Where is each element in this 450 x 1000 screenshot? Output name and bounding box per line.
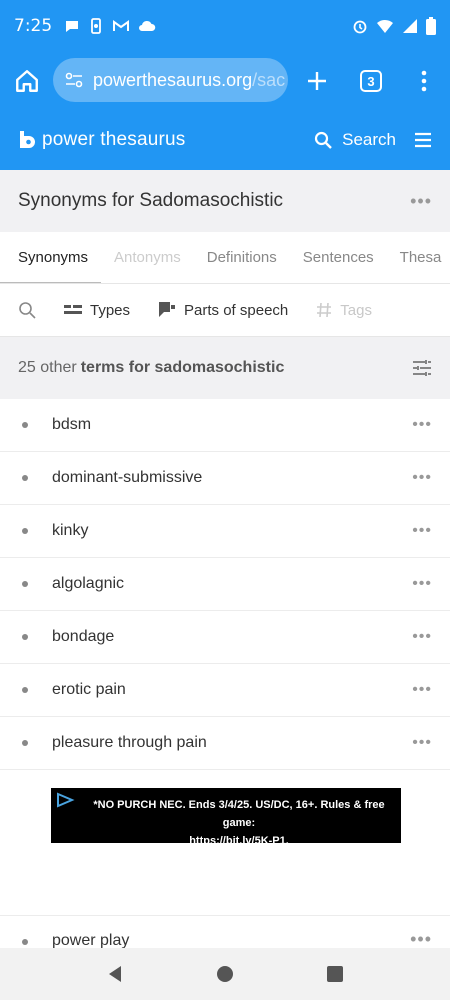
results-count-band: 25 other terms for sadomasochistic xyxy=(0,337,450,399)
list-item[interactable]: bondage ••• xyxy=(0,611,450,664)
ad-line-1: *NO PURCH NEC. Ends 3/4/25. US/DC, 16+. … xyxy=(93,799,385,829)
hamburger-menu-icon[interactable] xyxy=(414,132,432,148)
filter-types-label: Types xyxy=(90,301,131,319)
address-bar[interactable]: powerthesaurus.org/sac xyxy=(53,58,288,102)
recents-icon[interactable] xyxy=(326,965,344,983)
tab-antonyms[interactable]: Antonyms xyxy=(101,232,194,283)
site-header: power thesaurus Search xyxy=(0,110,450,170)
wifi-icon xyxy=(377,19,393,33)
browser-toolbar: powerthesaurus.org/sac 3 xyxy=(0,52,450,110)
site-logo-text[interactable]: power thesaurus xyxy=(42,129,185,151)
list-item[interactable]: algolagnic ••• xyxy=(0,558,450,611)
ad-line-2: https://bit.ly/5K-P1. xyxy=(189,835,289,847)
filter-tags[interactable]: Tags xyxy=(316,302,372,319)
term-more-options-icon[interactable]: ••• xyxy=(412,681,432,699)
sort-settings-icon[interactable] xyxy=(412,359,432,377)
term-more-options-icon[interactable]: ••• xyxy=(412,416,432,434)
back-icon[interactable] xyxy=(106,965,124,983)
filter-parts-of-speech[interactable]: Parts of speech xyxy=(158,301,288,319)
list-item[interactable]: erotic pain ••• xyxy=(0,664,450,717)
term-text[interactable]: erotic pain xyxy=(52,681,126,699)
more-vert-icon[interactable] xyxy=(420,69,428,93)
bullet xyxy=(22,581,28,587)
filter-types[interactable]: Types xyxy=(64,302,130,319)
list-item[interactable]: kinky ••• xyxy=(0,505,450,558)
term-text[interactable]: bondage xyxy=(52,628,114,646)
term-text[interactable]: algolagnic xyxy=(52,575,124,593)
category-tabs: Synonyms Antonyms Definitions Sentences … xyxy=(0,232,450,284)
tab-switcher-button[interactable]: 3 xyxy=(360,70,382,92)
hashtag-icon xyxy=(317,302,332,318)
list-item[interactable]: pleasure through pain ••• xyxy=(0,717,450,770)
cloud-icon xyxy=(139,20,156,31)
battery-icon xyxy=(426,17,436,35)
term-more-options-icon[interactable]: ••• xyxy=(412,734,432,752)
android-nav-bar xyxy=(0,948,450,1000)
list-item[interactable]: dominant-submissive ••• xyxy=(0,452,450,505)
search-icon xyxy=(315,131,332,149)
alarm-icon xyxy=(353,20,367,34)
bullet xyxy=(22,687,28,693)
power-thesaurus-logo-icon[interactable] xyxy=(18,130,36,150)
results-count-terms: terms for sadomasochistic xyxy=(80,359,285,376)
home-circle-icon[interactable] xyxy=(216,965,234,983)
bullet xyxy=(22,422,28,428)
tab-sentences[interactable]: Sentences xyxy=(290,232,387,283)
types-icon xyxy=(64,305,82,314)
synonyms-list: bdsm ••• dominant-submissive ••• kinky ••• … xyxy=(0,399,450,770)
filter-search-icon[interactable] xyxy=(18,301,36,319)
phone-sync-icon xyxy=(91,18,102,34)
url-text: powerthesaurus.org/sac xyxy=(93,70,285,91)
bullet xyxy=(22,528,28,534)
bullet xyxy=(22,740,28,746)
title-band: Synonyms for Sadomasochistic ••• xyxy=(0,170,450,232)
filters-row: Types Parts of speech Tags xyxy=(0,284,450,337)
ad-area: *NO PURCH NEC. Ends 3/4/25. US/DC, 16+. … xyxy=(0,771,450,916)
title-more-options-icon[interactable]: ••• xyxy=(410,191,432,212)
term-text[interactable]: dominant-submissive xyxy=(52,469,202,487)
list-item[interactable]: bdsm ••• xyxy=(0,399,450,452)
list-item[interactable]: power play ••• xyxy=(0,916,450,950)
status-time: 7:25 xyxy=(14,16,53,36)
tab-synonyms[interactable]: Synonyms xyxy=(0,232,102,283)
bullet xyxy=(22,634,28,640)
site-settings-icon[interactable] xyxy=(65,72,83,88)
chat-bubble-icon xyxy=(66,21,79,32)
tab-definitions[interactable]: Definitions xyxy=(194,232,290,283)
term-text[interactable]: bdsm xyxy=(52,416,91,434)
term-more-options-icon[interactable]: ••• xyxy=(412,575,432,593)
gmail-icon xyxy=(113,20,130,31)
term-more-options-icon[interactable]: ••• xyxy=(412,628,432,646)
filter-parts-of-speech-label: Parts of speech xyxy=(184,301,289,319)
bullet xyxy=(22,475,28,481)
url-domain: powerthesaurus.org xyxy=(93,69,253,90)
term-text[interactable]: kinky xyxy=(52,522,88,540)
page-title: Synonyms for Sadomasochistic xyxy=(18,190,284,211)
bullet xyxy=(22,939,28,945)
status-bar: 7:25 xyxy=(0,0,450,52)
filter-tags-label: Tags xyxy=(340,301,372,319)
home-icon[interactable] xyxy=(14,68,40,94)
term-more-options-icon[interactable]: ••• xyxy=(412,469,432,487)
new-tab-icon[interactable] xyxy=(305,69,329,93)
ad-banner[interactable]: *NO PURCH NEC. Ends 3/4/25. US/DC, 16+. … xyxy=(51,788,401,847)
ad-text: *NO PURCH NEC. Ends 3/4/25. US/DC, 16+. … xyxy=(81,796,397,850)
ad-choices-icon[interactable] xyxy=(55,792,75,808)
results-count-prefix: 25 other xyxy=(18,359,77,376)
term-more-options-icon[interactable]: ••• xyxy=(410,929,432,950)
tab-thesaurus[interactable]: Thesa xyxy=(387,232,450,283)
search-label: Search xyxy=(342,130,396,149)
url-path: /sac xyxy=(252,69,286,90)
header-search-button[interactable]: Search xyxy=(314,130,396,150)
signal-icon xyxy=(403,19,417,33)
term-more-options-icon[interactable]: ••• xyxy=(412,522,432,540)
parts-of-speech-icon xyxy=(159,302,176,317)
term-text[interactable]: pleasure through pain xyxy=(52,734,207,752)
